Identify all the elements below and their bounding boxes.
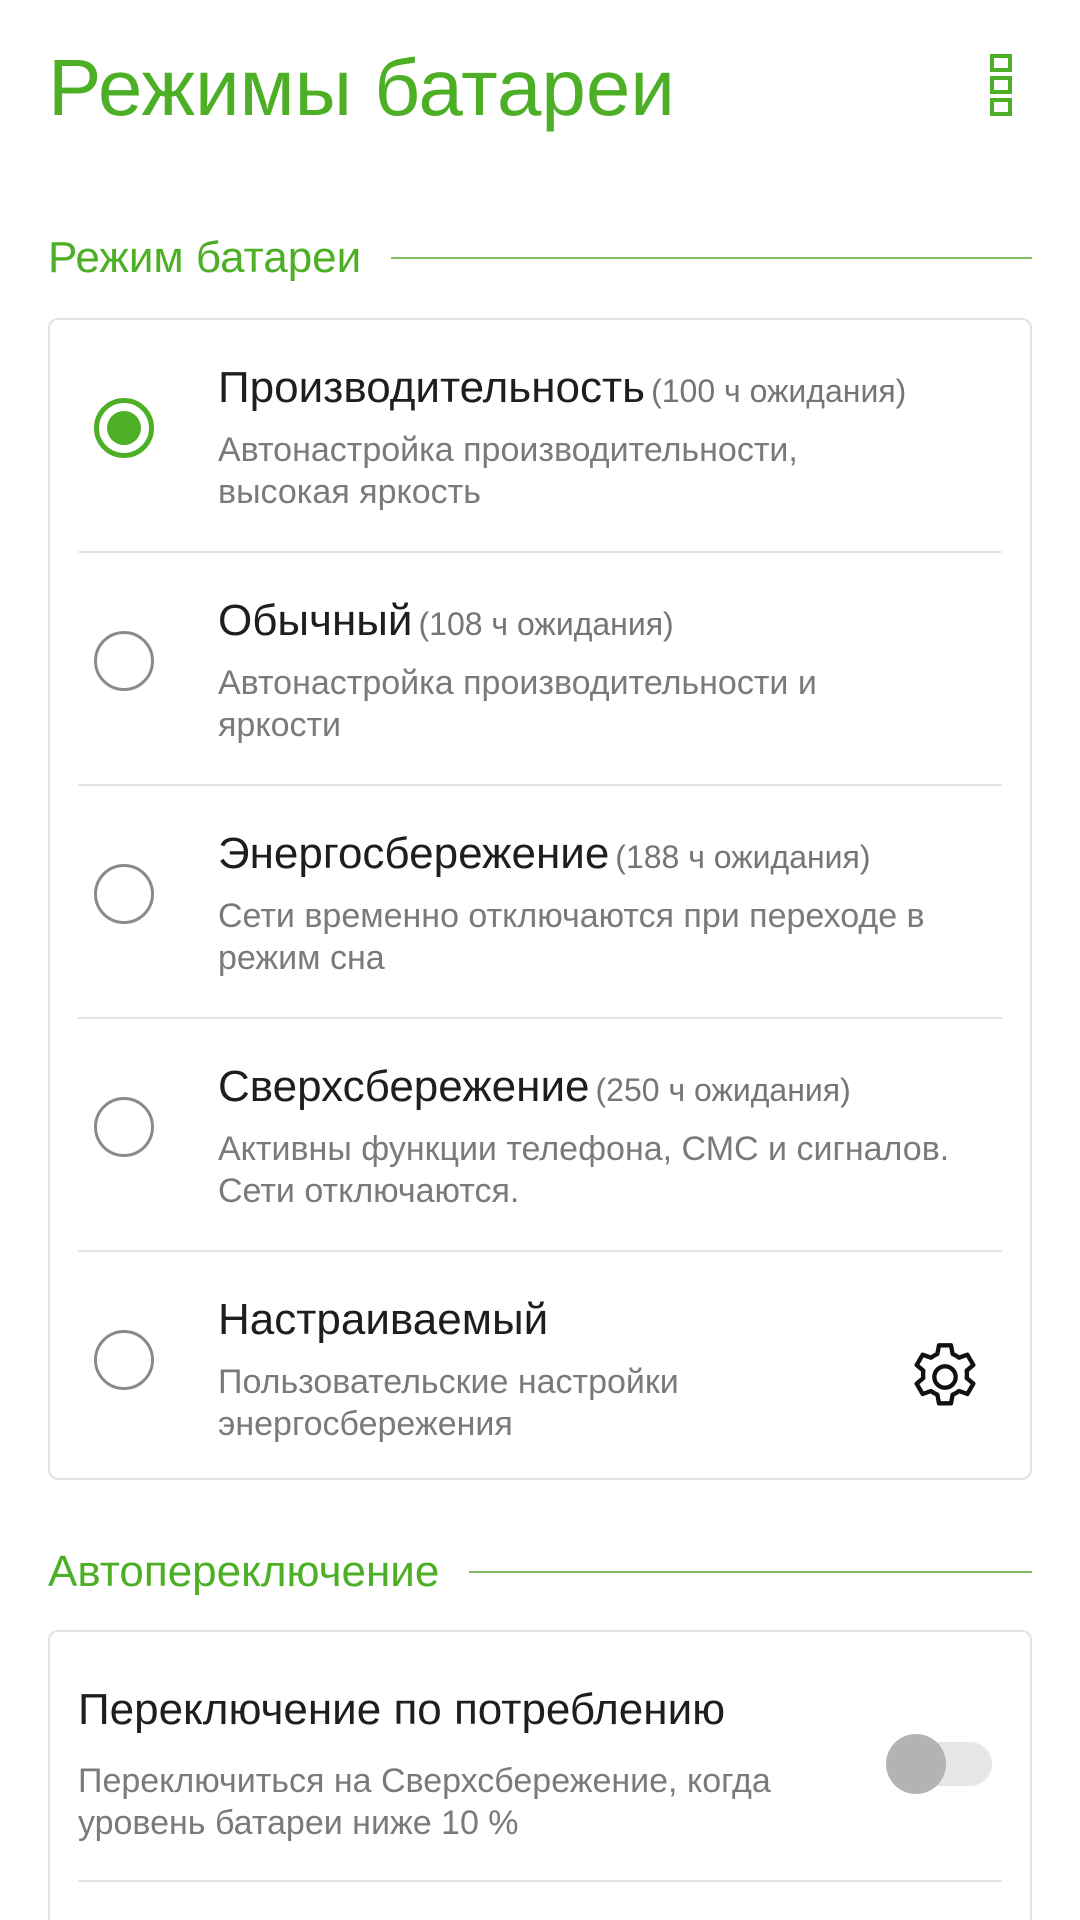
gear-icon[interactable] (905, 1337, 985, 1417)
radio-button[interactable] (94, 631, 154, 691)
mode-standby: (188 ч ожидания) (615, 839, 871, 875)
section-header-battery-mode: Режим батареи (48, 228, 1032, 288)
section-divider (391, 257, 1032, 259)
section-label: Режим батареи (48, 233, 362, 282)
mode-title: Производительность (218, 363, 646, 412)
mode-row-ultra-saving[interactable]: Сверхсбережение (250 ч ожидания) Активны … (50, 1019, 1030, 1252)
mode-description: Автонастройка производительности, высока… (218, 431, 798, 511)
setting-title: Переключение по потреблению (78, 1685, 726, 1734)
mode-row-normal[interactable]: Обычный (108 ч ожидания) Автонастройка пр… (50, 553, 1030, 786)
mode-standby: (100 ч ожидания) (651, 373, 907, 409)
radio-button[interactable] (94, 1097, 154, 1157)
mode-title: Настраиваемый (218, 1295, 549, 1344)
setting-description: Переключиться на Сверхсбережение, когда … (78, 1762, 771, 1842)
mode-title: Сверхсбережение (218, 1062, 590, 1111)
radio-button[interactable] (94, 398, 154, 458)
switch-thumb (886, 1734, 946, 1794)
more-vert-icon[interactable] (990, 54, 1014, 116)
page-title: Режимы батареи (48, 43, 675, 132)
setting-row-usage-switch[interactable]: Переключение по потреблению Переключитьс… (50, 1632, 1030, 1882)
auto-switch-card: Переключение по потреблению Переключитьс… (48, 1630, 1032, 1920)
mode-description: Автонастройка производительности и яркос… (218, 664, 817, 744)
section-label: Автопереключение (48, 1547, 440, 1596)
mode-title: Энергосбережение (218, 829, 610, 878)
section-header-auto-switch: Автопереключение (48, 1542, 1032, 1602)
mode-standby: (108 ч ожидания) (418, 606, 674, 642)
radio-button[interactable] (94, 1330, 154, 1390)
mode-description: Активны функции телефона, СМС и сигналов… (218, 1130, 950, 1210)
mode-description: Пользовательские настройки энергосбереже… (218, 1363, 679, 1443)
mode-description: Сети временно отключаются при переходе в… (218, 897, 925, 977)
mode-standby: (250 ч ожидания) (595, 1072, 851, 1108)
radio-button[interactable] (94, 864, 154, 924)
battery-modes-card: Производительность (100 ч ожидания) Автон… (48, 318, 1032, 1480)
mode-row-custom[interactable]: Настраиваемый Пользовательские настройки… (50, 1252, 1030, 1474)
usage-switch-toggle[interactable] (886, 1730, 994, 1794)
mode-row-power-saving[interactable]: Энергосбережение (188 ч ожидания) Сети вр… (50, 786, 1030, 1019)
section-divider (469, 1571, 1032, 1573)
mode-row-performance[interactable]: Производительность (100 ч ожидания) Автон… (50, 320, 1030, 553)
divider (78, 1880, 1002, 1882)
mode-title: Обычный (218, 596, 413, 645)
